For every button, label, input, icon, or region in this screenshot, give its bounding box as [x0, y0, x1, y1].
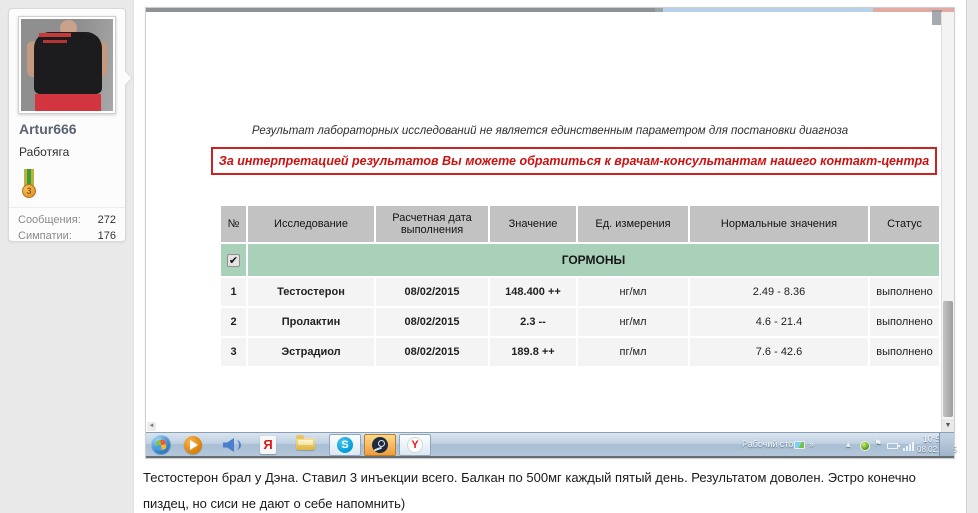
forum-page: Artur666 Работяга 3 Сообщения: 272 Симпа… — [0, 0, 978, 513]
browser-top-edge — [146, 8, 954, 12]
scrollbar-left-arrow[interactable]: ◄ — [147, 422, 156, 431]
desktop-toolbar-label[interactable]: Рабочий стол — [742, 439, 799, 449]
lab-warning-text: За интерпретацией результатов Вы можете … — [219, 154, 929, 168]
table-row: 1 Тестостерон 08/02/2015 148.400 ++ нг/м… — [221, 278, 939, 306]
section-row: ✔ ГОРМОНЫ — [221, 244, 939, 276]
col-study: Исследование — [248, 206, 374, 242]
lab-results-table: № Исследование Расчетная дата выполнения… — [219, 204, 941, 368]
skype-taskbar-button[interactable]: S — [329, 434, 361, 456]
card-pointer — [119, 71, 133, 85]
scrollbar-thumb[interactable] — [943, 301, 953, 417]
col-unit: Ед. измерения — [578, 206, 688, 242]
start-button[interactable] — [151, 435, 171, 455]
volume-icon[interactable] — [222, 436, 240, 454]
yandex-browser-icon: Y — [407, 437, 423, 453]
col-value: Значение — [490, 206, 576, 242]
skype-icon: S — [337, 437, 353, 453]
table-row: 3 Эстрадиол 08/02/2015 189.8 ++ пг/мл 7.… — [221, 338, 939, 366]
attached-screenshot[interactable]: Результат лабораторных исследований не я… — [145, 7, 955, 459]
username-link[interactable]: Artur666 — [19, 121, 77, 137]
stat-likes: Симпатии: 176 — [18, 228, 116, 244]
show-desktop-button[interactable] — [939, 433, 954, 457]
windows-taskbar: Я S Y Рабочий стол » ▴ ⚑ 10:58 — [146, 432, 954, 456]
show-hidden-icons-button[interactable]: ▴ — [846, 439, 851, 450]
tray-green-icon[interactable] — [860, 441, 870, 451]
avatar-image — [21, 19, 113, 111]
col-date: Расчетная дата выполнения — [376, 206, 488, 242]
media-player-icon[interactable] — [184, 436, 202, 454]
user-stats: Сообщения: 272 Симпатии: 176 — [9, 207, 125, 244]
user-avatar[interactable] — [18, 16, 116, 114]
steam-icon — [372, 437, 388, 453]
battery-icon[interactable] — [887, 443, 898, 449]
desktop-toolbar-icon — [794, 441, 805, 449]
yandex-browser-taskbar-button[interactable]: Y — [399, 434, 431, 456]
network-signal-icon[interactable] — [903, 441, 915, 451]
user-info-card: Artur666 Работяга 3 Сообщения: 272 Симпа… — [8, 8, 126, 242]
stat-messages: Сообщения: 272 — [18, 212, 116, 228]
toolbar-chevron[interactable]: » — [809, 439, 814, 449]
action-center-flag-icon[interactable]: ⚑ — [874, 438, 882, 449]
table-header-row: № Исследование Расчетная дата выполнения… — [221, 206, 939, 242]
medal-number: 3 — [22, 184, 36, 198]
explorer-folder-icon[interactable] — [296, 438, 315, 450]
post-message-text: Тестостерон брал у Дэна. Ставил 3 инъекц… — [143, 465, 955, 513]
vertical-scrollbar[interactable]: ▼ — [941, 12, 954, 432]
section-title: ГОРМОНЫ — [248, 244, 939, 276]
col-range: Нормальные значения — [690, 206, 868, 242]
table-row: 2 Пролактин 08/02/2015 2.3 -- нг/мл 4.6 … — [221, 308, 939, 336]
steam-taskbar-button[interactable] — [364, 434, 396, 456]
col-status: Статус — [870, 206, 939, 242]
lab-disclaimer-text: Результат лабораторных исследований не я… — [146, 125, 954, 137]
section-checkbox-cell: ✔ — [221, 244, 246, 276]
yandex-icon[interactable]: Я — [260, 436, 276, 454]
screenshot-bottom-edge — [146, 456, 954, 458]
scrollbar-down-arrow[interactable]: ▼ — [942, 419, 954, 432]
medal-icon: 3 — [21, 169, 37, 203]
checkbox-checked-icon[interactable]: ✔ — [227, 254, 240, 267]
windows-flag-icon — [155, 439, 166, 450]
lab-warning-box: За интерпретацией результатов Вы можете … — [211, 147, 937, 175]
col-num: № — [221, 206, 246, 242]
user-title: Работяга — [19, 145, 69, 159]
